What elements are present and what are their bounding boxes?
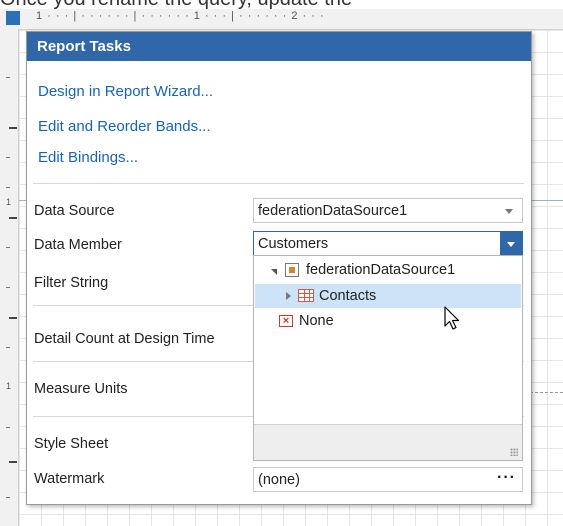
tree-node-label: federationDataSource1 <box>306 262 456 278</box>
data-member-combo[interactable]: Customers <box>253 231 523 256</box>
chevron-down-icon[interactable] <box>505 209 513 214</box>
tree-node-none[interactable]: × None <box>254 309 522 333</box>
data-source-label: Data Source <box>34 203 115 219</box>
ruler-number: 1 <box>6 381 12 391</box>
ruler-marker <box>9 317 17 319</box>
ruler-tick <box>6 347 10 348</box>
tree-node-label: Contacts <box>319 288 377 304</box>
edit-bindings-link[interactable]: Edit Bindings... <box>38 149 138 166</box>
collapse-arrow-icon[interactable] <box>271 269 277 275</box>
data-member-label: Data Member <box>34 237 122 253</box>
detail-count-label: Detail Count at Design Time <box>34 331 215 347</box>
ruler-number: 1 <box>6 197 12 207</box>
ruler-marker <box>9 217 17 219</box>
design-in-report-wizard-link[interactable]: Design in Report Wizard... <box>38 83 213 100</box>
ruler-marker <box>9 127 17 129</box>
ruler-marker <box>9 461 17 463</box>
horizontal-ruler: 1 · · · | · · · · · · | · · · · · · 1 · … <box>0 9 563 30</box>
ellipsis-button[interactable]: ··· <box>497 469 516 487</box>
watermark-value: (none) <box>258 472 300 488</box>
style-sheet-label: Style Sheet <box>34 436 109 452</box>
data-source-combo[interactable]: federationDataSource1 <box>253 198 523 223</box>
chevron-down-icon[interactable] <box>500 232 522 255</box>
ruler-corner-icon[interactable] <box>6 11 20 25</box>
watermark-label: Watermark <box>34 471 105 487</box>
ruler-tick <box>6 287 10 288</box>
ruler-tick <box>6 247 10 248</box>
table-icon <box>298 289 314 302</box>
ruler-tick <box>6 157 10 158</box>
watermark-field[interactable]: (none) ··· <box>253 467 523 492</box>
tree-node-contacts[interactable]: Contacts <box>255 284 521 308</box>
ruler-marks: 1 · · · | · · · · · · | · · · · · · 1 · … <box>36 10 325 22</box>
data-source-value: federationDataSource1 <box>258 203 408 219</box>
edit-and-reorder-bands-link[interactable]: Edit and Reorder Bands... <box>38 118 211 135</box>
expand-arrow-icon[interactable] <box>286 292 291 300</box>
ruler-tick <box>6 497 10 498</box>
dropdown-footer <box>254 424 522 460</box>
data-member-value: Customers <box>258 236 329 252</box>
panel-title: Report Tasks <box>27 32 531 61</box>
none-icon: × <box>279 315 293 327</box>
measure-units-label: Measure Units <box>34 381 128 397</box>
report-tasks-panel: Report Tasks Design in Report Wizard... … <box>26 31 532 505</box>
ruler-tick <box>6 77 10 78</box>
datasource-icon <box>285 263 299 277</box>
vertical-ruler: 1 1 <box>0 29 19 526</box>
tree-node-datasource[interactable]: federationDataSource1 <box>254 258 522 282</box>
ruler-tick <box>6 427 10 428</box>
data-member-dropdown: federationDataSource1 Contacts × None <box>253 255 523 461</box>
filter-string-label: Filter String <box>34 275 109 291</box>
separator <box>33 183 524 184</box>
ruler-tick <box>6 187 10 188</box>
mouse-cursor-icon <box>444 306 460 330</box>
resize-grip-icon[interactable] <box>510 448 518 456</box>
tree-node-label: None <box>299 313 334 329</box>
